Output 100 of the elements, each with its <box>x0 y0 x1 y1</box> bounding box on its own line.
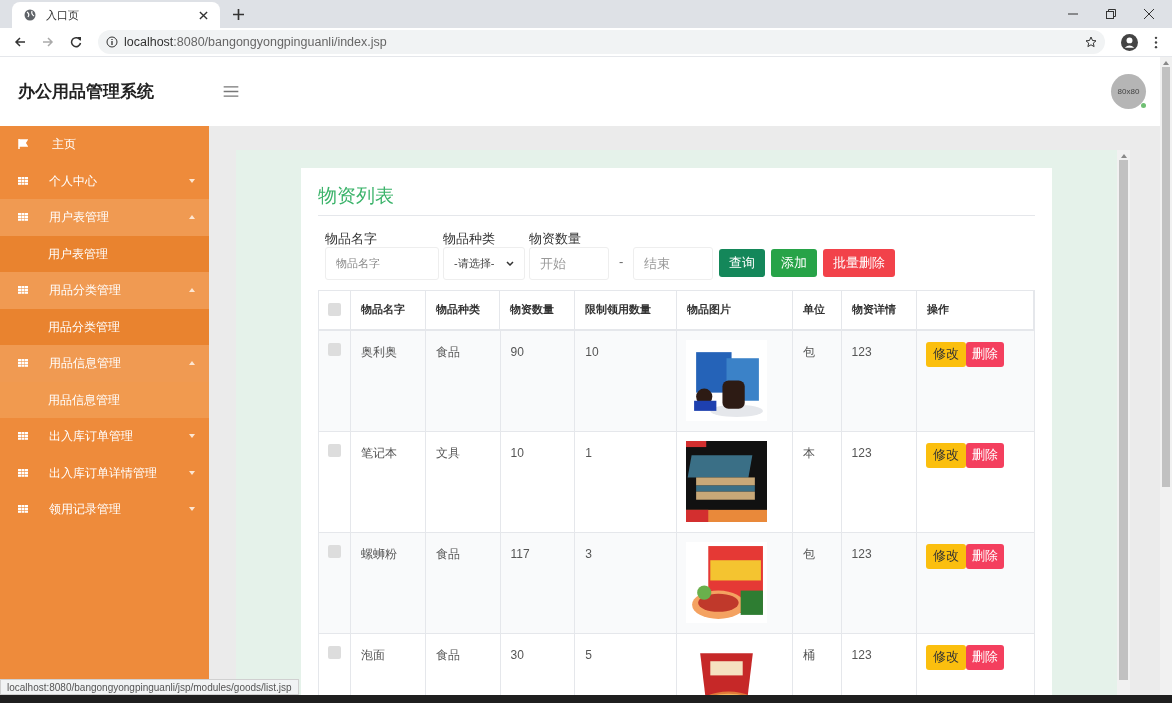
table-cell: 3 <box>585 546 592 561</box>
delete-button[interactable]: 删除 <box>966 644 1005 670</box>
sidebar-subitem[interactable]: 用品信息管理 <box>0 381 209 418</box>
sidebar-subitem[interactable]: 用户表管理 <box>0 235 209 272</box>
table-cell: 30 <box>510 647 524 662</box>
globe-icon <box>24 9 36 21</box>
table-cell: 螺蛳粉 <box>360 546 397 561</box>
table-cell: 123 <box>851 445 872 460</box>
add-button[interactable]: 添加 <box>771 248 818 277</box>
status-tooltip: localhost:8080/bangongyongpinguanli/jsp/modules/goods/list.jsp <box>0 679 299 695</box>
more-icon[interactable] <box>1154 35 1158 49</box>
qty-from-field[interactable]: 开始 <box>529 246 609 280</box>
star-icon[interactable] <box>1085 36 1097 48</box>
range-separator: - <box>619 253 624 271</box>
table-cell: 文具 <box>435 445 460 460</box>
edit-button[interactable]: 修改 <box>926 442 967 468</box>
row-checkbox[interactable] <box>327 443 341 457</box>
tab-title: 入口页 <box>46 7 80 23</box>
grid-icon <box>18 432 28 441</box>
scrollbar-thumb[interactable] <box>1119 160 1128 680</box>
table-cell: 包 <box>802 546 815 561</box>
edit-button[interactable]: 修改 <box>926 543 967 569</box>
sidebar-item[interactable]: 用品分类管理 <box>0 272 209 309</box>
column-header: 限制领用数量 <box>585 302 652 318</box>
close-icon[interactable] <box>199 10 208 20</box>
edit-button[interactable]: 修改 <box>926 644 967 670</box>
table-cell: 泡面 <box>360 647 385 662</box>
row-checkbox[interactable] <box>327 544 341 558</box>
new-tab-icon[interactable] <box>233 9 244 20</box>
restore-icon[interactable] <box>1106 9 1116 19</box>
table-cell: 本 <box>802 445 815 460</box>
column-header: 物品图片 <box>687 302 731 318</box>
table-cell: 食品 <box>435 647 460 662</box>
table-cell: 包 <box>802 344 815 359</box>
app-title: 办公用品管理系统 <box>18 80 155 103</box>
column-header: 操作 <box>927 302 950 318</box>
table-cell: 奥利奥 <box>360 344 397 359</box>
caret-icon <box>189 434 195 439</box>
sidebar-subitem[interactable]: 用品分类管理 <box>0 308 209 345</box>
panel-title: 物资列表 <box>318 182 1035 216</box>
column-header: 物品种类 <box>435 302 480 318</box>
grid-icon <box>18 505 28 514</box>
caret-icon <box>189 507 195 512</box>
table-cell: 笔记本 <box>360 445 397 460</box>
close-icon[interactable] <box>1144 9 1154 19</box>
caret-icon <box>189 288 195 293</box>
scroll-up-icon[interactable] <box>1120 154 1127 158</box>
url-field[interactable]: localhost:8080/bangongyongpinguanli/index.jsp <box>98 30 1105 54</box>
reload-icon[interactable] <box>70 36 82 48</box>
delete-button[interactable]: 删除 <box>966 442 1005 468</box>
table-cell: 90 <box>510 344 524 359</box>
name-field[interactable]: 物品名字 <box>325 246 439 280</box>
batch-delete-button[interactable]: 批量删除 <box>823 248 896 277</box>
column-header: 单位 <box>802 302 825 318</box>
qty-to-field[interactable]: 结束 <box>633 246 714 280</box>
flag-icon <box>18 139 28 150</box>
table-cell: 食品 <box>435 546 460 561</box>
table-cell: 桶 <box>802 647 815 662</box>
column-header: 物资数量 <box>510 302 555 318</box>
scrollbar-thumb[interactable] <box>1162 67 1170 487</box>
delete-button[interactable]: 删除 <box>966 341 1005 367</box>
chevron-icon <box>506 260 514 266</box>
row-checkbox[interactable] <box>327 342 341 356</box>
table-cell: 117 <box>510 546 530 561</box>
sidebar-item[interactable]: 用品信息管理 <box>0 345 209 382</box>
table-cell: 10 <box>510 445 524 460</box>
browser-tab[interactable]: 入口页 <box>12 2 220 28</box>
account-icon[interactable] <box>1121 33 1138 51</box>
caret-icon <box>189 215 195 220</box>
sidebar-item[interactable]: 用户表管理 <box>0 199 209 236</box>
back-icon[interactable] <box>14 36 26 48</box>
select-all-checkbox[interactable] <box>327 302 341 316</box>
edit-button[interactable]: 修改 <box>926 341 967 367</box>
table-cell: 10 <box>585 344 599 359</box>
query-button[interactable]: 查询 <box>719 248 766 277</box>
grid-icon <box>18 468 28 477</box>
avatar-text: 80x80 <box>1117 85 1140 98</box>
grid-icon <box>18 176 28 185</box>
grid-icon <box>18 286 28 295</box>
grid-icon <box>18 213 28 222</box>
column-header: 物资详情 <box>851 302 896 318</box>
table-cell: 123 <box>851 546 872 561</box>
delete-button[interactable]: 删除 <box>966 543 1005 569</box>
forward-icon[interactable] <box>42 36 54 48</box>
type-select[interactable]: -请选择- <box>443 246 525 280</box>
caret-icon <box>189 470 195 475</box>
table-cell: 123 <box>851 344 872 359</box>
avatar[interactable]: 80x80 <box>1111 74 1146 109</box>
scroll-up-icon[interactable] <box>1163 61 1169 65</box>
caret-icon <box>189 361 195 366</box>
table-cell: 123 <box>851 647 872 662</box>
caret-icon <box>189 178 195 183</box>
column-header: 物品名字 <box>360 302 405 318</box>
filter-label: 物资数量 <box>529 229 582 247</box>
menu-icon[interactable] <box>223 86 239 97</box>
table-cell: 食品 <box>435 344 460 359</box>
info-icon <box>106 36 118 48</box>
table-cell: 1 <box>585 445 592 460</box>
row-checkbox[interactable] <box>327 645 341 659</box>
table-cell: 5 <box>585 647 592 662</box>
